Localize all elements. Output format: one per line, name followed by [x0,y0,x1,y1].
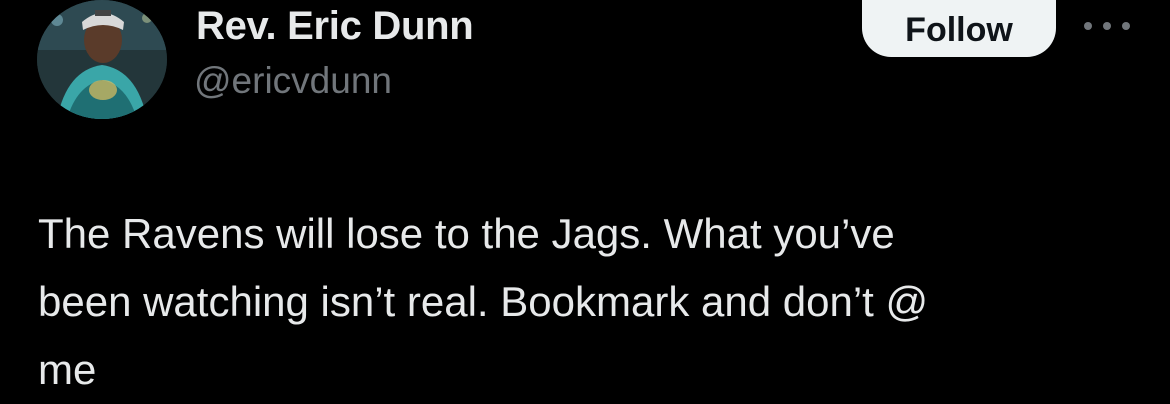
more-options-button[interactable] [1084,14,1130,38]
profile-photo-icon [37,0,167,119]
display-name[interactable]: Rev. Eric Dunn [196,4,474,49]
user-handle[interactable]: @ericvdunn [194,60,392,102]
tweet-card: Rev. Eric Dunn @ericvdunn Follow The Rav… [0,0,1170,393]
ellipsis-icon [1122,22,1130,30]
avatar[interactable] [37,0,167,119]
tweet-text: The Ravens will lose to the Jags. What y… [38,210,929,393]
ellipsis-icon [1084,22,1092,30]
follow-button[interactable]: Follow [862,0,1056,57]
ellipsis-icon [1103,22,1111,30]
